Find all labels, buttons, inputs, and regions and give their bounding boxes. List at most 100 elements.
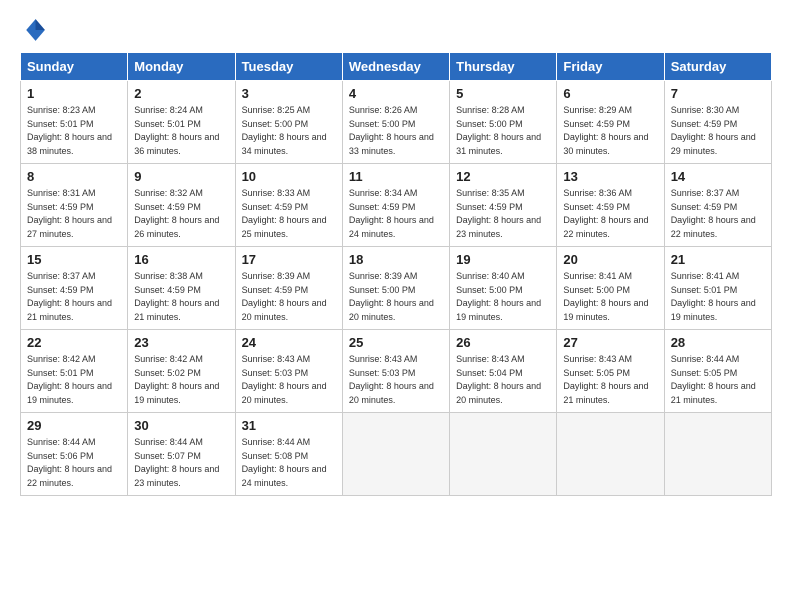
day-number: 7 — [671, 86, 765, 101]
day-cell-24: 24Sunrise: 8:43 AMSunset: 5:03 PMDayligh… — [235, 330, 342, 413]
day-number: 2 — [134, 86, 228, 101]
day-cell-22: 22 Sunrise: 8:42 AMSunset: 5:01 PMDayligh… — [21, 330, 128, 413]
weekday-header-tuesday: Tuesday — [235, 53, 342, 81]
day-number: 14 — [671, 169, 765, 184]
day-cell-10: 10 Sunrise: 8:33 AMSunset: 4:59 PMDayligh… — [235, 164, 342, 247]
day-number: 31 — [242, 418, 336, 433]
day-info: Sunrise: 8:29 AMSunset: 4:59 PMDaylight:… — [563, 104, 657, 158]
day-cell-4: 4Sunrise: 8:26 AMSunset: 5:00 PMDaylight… — [342, 81, 449, 164]
day-number: 13 — [563, 169, 657, 184]
day-info: Sunrise: 8:30 AMSunset: 4:59 PMDaylight:… — [671, 104, 765, 158]
day-number: 20 — [563, 252, 657, 267]
day-info: Sunrise: 8:41 AMSunset: 5:01 PMDaylight:… — [671, 270, 765, 324]
page: SundayMondayTuesdayWednesdayThursdayFrid… — [0, 0, 792, 612]
calendar-week-4: 22 Sunrise: 8:42 AMSunset: 5:01 PMDayligh… — [21, 330, 772, 413]
day-cell-18: 18 Sunrise: 8:39 AMSunset: 5:00 PMDayligh… — [342, 247, 449, 330]
day-cell-12: 12Sunrise: 8:35 AMSunset: 4:59 PMDayligh… — [450, 164, 557, 247]
day-number: 18 — [349, 252, 443, 267]
day-cell-8: 8 Sunrise: 8:31 AMSunset: 4:59 PMDaylight… — [21, 164, 128, 247]
calendar-week-5: 29Sunrise: 8:44 AMSunset: 5:06 PMDayligh… — [21, 413, 772, 496]
day-number: 27 — [563, 335, 657, 350]
day-number: 8 — [27, 169, 121, 184]
day-info: Sunrise: 8:43 AMSunset: 5:04 PMDaylight:… — [456, 353, 550, 407]
day-info: Sunrise: 8:39 AMSunset: 5:00 PMDaylight:… — [349, 270, 443, 324]
day-number: 6 — [563, 86, 657, 101]
logo — [20, 16, 52, 44]
day-number: 11 — [349, 169, 443, 184]
day-number: 28 — [671, 335, 765, 350]
day-info: Sunrise: 8:44 AMSunset: 5:06 PMDaylight:… — [27, 436, 121, 490]
day-number: 25 — [349, 335, 443, 350]
day-number: 15 — [27, 252, 121, 267]
day-cell-28: 28 Sunrise: 8:44 AMSunset: 5:05 PMDayligh… — [664, 330, 771, 413]
calendar-header-row: SundayMondayTuesdayWednesdayThursdayFrid… — [21, 53, 772, 81]
day-info: Sunrise: 8:34 AMSunset: 4:59 PMDaylight:… — [349, 187, 443, 241]
day-info: Sunrise: 8:37 AMSunset: 4:59 PMDaylight:… — [671, 187, 765, 241]
day-cell-30: 30 Sunrise: 8:44 AMSunset: 5:07 PMDayligh… — [128, 413, 235, 496]
day-info: Sunrise: 8:24 AMSunset: 5:01 PMDaylight:… — [134, 104, 228, 158]
day-cell-23: 23 Sunrise: 8:42 AMSunset: 5:02 PMDayligh… — [128, 330, 235, 413]
day-cell-9: 9 Sunrise: 8:32 AMSunset: 4:59 PMDaylight… — [128, 164, 235, 247]
day-cell-3: 3 Sunrise: 8:25 AMSunset: 5:00 PMDaylight… — [235, 81, 342, 164]
day-cell-27: 27 Sunrise: 8:43 AMSunset: 5:05 PMDayligh… — [557, 330, 664, 413]
day-info: Sunrise: 8:44 AMSunset: 5:05 PMDaylight:… — [671, 353, 765, 407]
day-cell-26: 26Sunrise: 8:43 AMSunset: 5:04 PMDayligh… — [450, 330, 557, 413]
day-info: Sunrise: 8:41 AMSunset: 5:00 PMDaylight:… — [563, 270, 657, 324]
empty-cell — [450, 413, 557, 496]
day-cell-21: 21 Sunrise: 8:41 AMSunset: 5:01 PMDayligh… — [664, 247, 771, 330]
day-info: Sunrise: 8:43 AMSunset: 5:03 PMDaylight:… — [242, 353, 336, 407]
day-cell-13: 13 Sunrise: 8:36 AMSunset: 4:59 PMDayligh… — [557, 164, 664, 247]
day-number: 5 — [456, 86, 550, 101]
logo-icon — [20, 16, 48, 44]
day-cell-2: 2 Sunrise: 8:24 AMSunset: 5:01 PMDaylight… — [128, 81, 235, 164]
day-cell-25: 25 Sunrise: 8:43 AMSunset: 5:03 PMDayligh… — [342, 330, 449, 413]
day-number: 10 — [242, 169, 336, 184]
empty-cell — [557, 413, 664, 496]
day-info: Sunrise: 8:42 AMSunset: 5:01 PMDaylight:… — [27, 353, 121, 407]
day-cell-29: 29Sunrise: 8:44 AMSunset: 5:06 PMDayligh… — [21, 413, 128, 496]
day-cell-19: 19Sunrise: 8:40 AMSunset: 5:00 PMDayligh… — [450, 247, 557, 330]
day-info: Sunrise: 8:37 AMSunset: 4:59 PMDaylight:… — [27, 270, 121, 324]
day-number: 3 — [242, 86, 336, 101]
day-info: Sunrise: 8:25 AMSunset: 5:00 PMDaylight:… — [242, 104, 336, 158]
day-info: Sunrise: 8:26 AMSunset: 5:00 PMDaylight:… — [349, 104, 443, 158]
day-info: Sunrise: 8:36 AMSunset: 4:59 PMDaylight:… — [563, 187, 657, 241]
calendar-week-2: 8 Sunrise: 8:31 AMSunset: 4:59 PMDaylight… — [21, 164, 772, 247]
day-cell-14: 14 Sunrise: 8:37 AMSunset: 4:59 PMDayligh… — [664, 164, 771, 247]
weekday-header-friday: Friday — [557, 53, 664, 81]
weekday-header-wednesday: Wednesday — [342, 53, 449, 81]
day-info: Sunrise: 8:44 AMSunset: 5:08 PMDaylight:… — [242, 436, 336, 490]
header — [20, 16, 772, 44]
calendar-week-1: 1Sunrise: 8:23 AMSunset: 5:01 PMDaylight… — [21, 81, 772, 164]
day-info: Sunrise: 8:43 AMSunset: 5:05 PMDaylight:… — [563, 353, 657, 407]
day-cell-31: 31 Sunrise: 8:44 AMSunset: 5:08 PMDayligh… — [235, 413, 342, 496]
day-info: Sunrise: 8:33 AMSunset: 4:59 PMDaylight:… — [242, 187, 336, 241]
weekday-header-sunday: Sunday — [21, 53, 128, 81]
weekday-header-saturday: Saturday — [664, 53, 771, 81]
calendar-week-3: 15 Sunrise: 8:37 AMSunset: 4:59 PMDayligh… — [21, 247, 772, 330]
day-info: Sunrise: 8:32 AMSunset: 4:59 PMDaylight:… — [134, 187, 228, 241]
day-info: Sunrise: 8:44 AMSunset: 5:07 PMDaylight:… — [134, 436, 228, 490]
day-number: 17 — [242, 252, 336, 267]
day-info: Sunrise: 8:42 AMSunset: 5:02 PMDaylight:… — [134, 353, 228, 407]
day-info: Sunrise: 8:39 AMSunset: 4:59 PMDaylight:… — [242, 270, 336, 324]
day-info: Sunrise: 8:38 AMSunset: 4:59 PMDaylight:… — [134, 270, 228, 324]
day-number: 16 — [134, 252, 228, 267]
day-cell-17: 17 Sunrise: 8:39 AMSunset: 4:59 PMDayligh… — [235, 247, 342, 330]
day-cell-20: 20 Sunrise: 8:41 AMSunset: 5:00 PMDayligh… — [557, 247, 664, 330]
weekday-header-thursday: Thursday — [450, 53, 557, 81]
day-number: 9 — [134, 169, 228, 184]
day-number: 30 — [134, 418, 228, 433]
day-number: 19 — [456, 252, 550, 267]
weekday-header-monday: Monday — [128, 53, 235, 81]
day-cell-5: 5 Sunrise: 8:28 AMSunset: 5:00 PMDaylight… — [450, 81, 557, 164]
day-info: Sunrise: 8:31 AMSunset: 4:59 PMDaylight:… — [27, 187, 121, 241]
day-info: Sunrise: 8:28 AMSunset: 5:00 PMDaylight:… — [456, 104, 550, 158]
day-cell-6: 6 Sunrise: 8:29 AMSunset: 4:59 PMDaylight… — [557, 81, 664, 164]
day-info: Sunrise: 8:43 AMSunset: 5:03 PMDaylight:… — [349, 353, 443, 407]
day-number: 21 — [671, 252, 765, 267]
day-number: 22 — [27, 335, 121, 350]
day-number: 23 — [134, 335, 228, 350]
day-cell-1: 1Sunrise: 8:23 AMSunset: 5:01 PMDaylight… — [21, 81, 128, 164]
empty-cell — [664, 413, 771, 496]
